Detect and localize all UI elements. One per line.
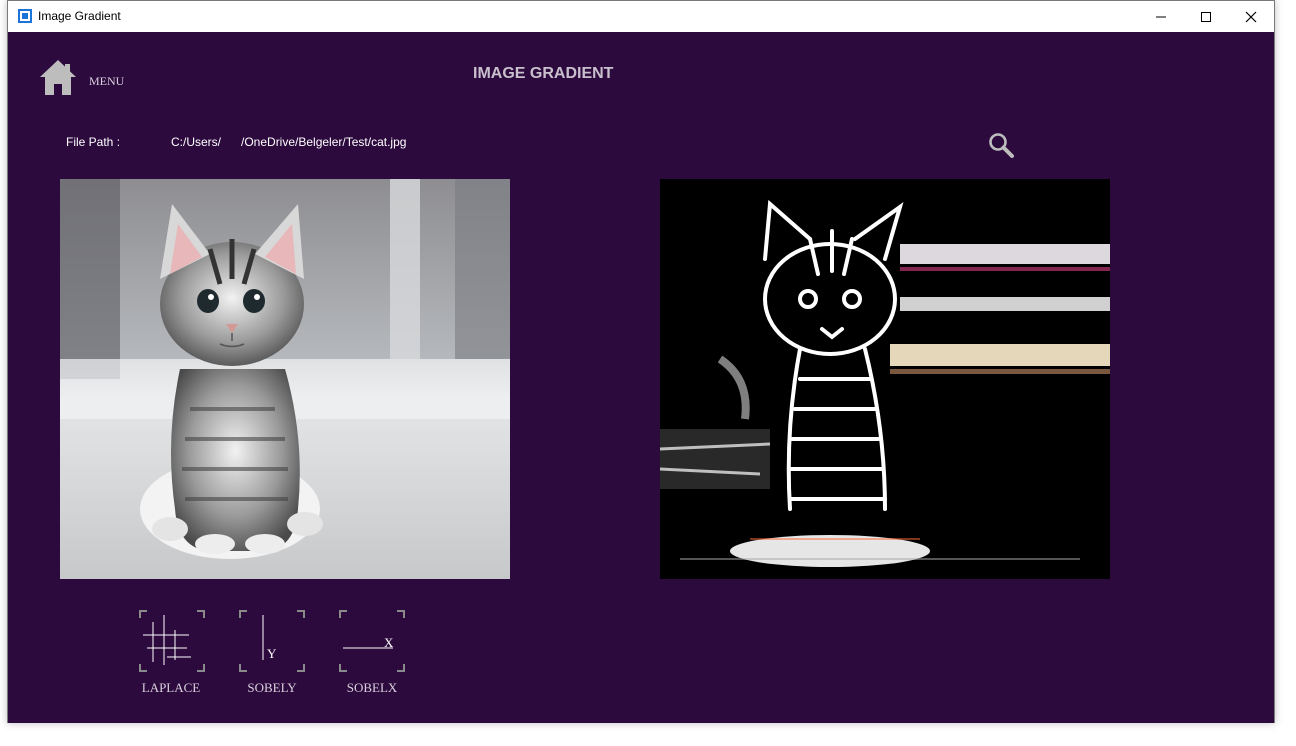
sobel-x-icon: X xyxy=(339,610,405,672)
file-path-value: C:/Users/ /OneDrive/Belgeler/Test/cat.jp… xyxy=(171,135,407,149)
app-icon xyxy=(18,9,32,23)
sobel-y-button[interactable]: Y xyxy=(239,610,305,672)
maximize-icon xyxy=(1201,11,1211,22)
main-content: MENU IMAGE GRADIENT File Path : C:/Users… xyxy=(8,32,1274,723)
laplace-icon xyxy=(139,610,205,672)
window-title: Image Gradient xyxy=(38,9,121,23)
gradient-image xyxy=(660,179,1110,579)
home-icon[interactable] xyxy=(38,59,78,97)
close-icon xyxy=(1245,11,1257,22)
sobel-x-label: SOBELX xyxy=(346,680,398,695)
title-bar: Image Gradient xyxy=(8,1,1274,32)
sobel-y-label: SOBELY xyxy=(247,680,297,695)
search-icon[interactable] xyxy=(987,131,1015,159)
page-title: IMAGE GRADIENT xyxy=(473,65,614,82)
sobel-y-icon: Y xyxy=(239,610,305,672)
file-path-label: File Path : xyxy=(66,135,121,149)
minimize-icon xyxy=(1156,16,1166,17)
sobel-x-button[interactable]: X xyxy=(339,610,405,672)
laplace-button[interactable] xyxy=(139,610,205,672)
close-button[interactable] xyxy=(1228,1,1274,32)
laplace-label: LAPLACE xyxy=(141,680,201,695)
app-window: Image Gradient MENU IMAGE GRADIENT File … xyxy=(7,0,1275,723)
maximize-button[interactable] xyxy=(1183,1,1229,32)
sobel-y-glyph: Y xyxy=(267,646,277,661)
sobel-x-glyph: X xyxy=(384,635,394,650)
original-image xyxy=(60,179,510,579)
menu-label[interactable]: MENU xyxy=(89,74,124,89)
minimize-button[interactable] xyxy=(1138,1,1184,32)
